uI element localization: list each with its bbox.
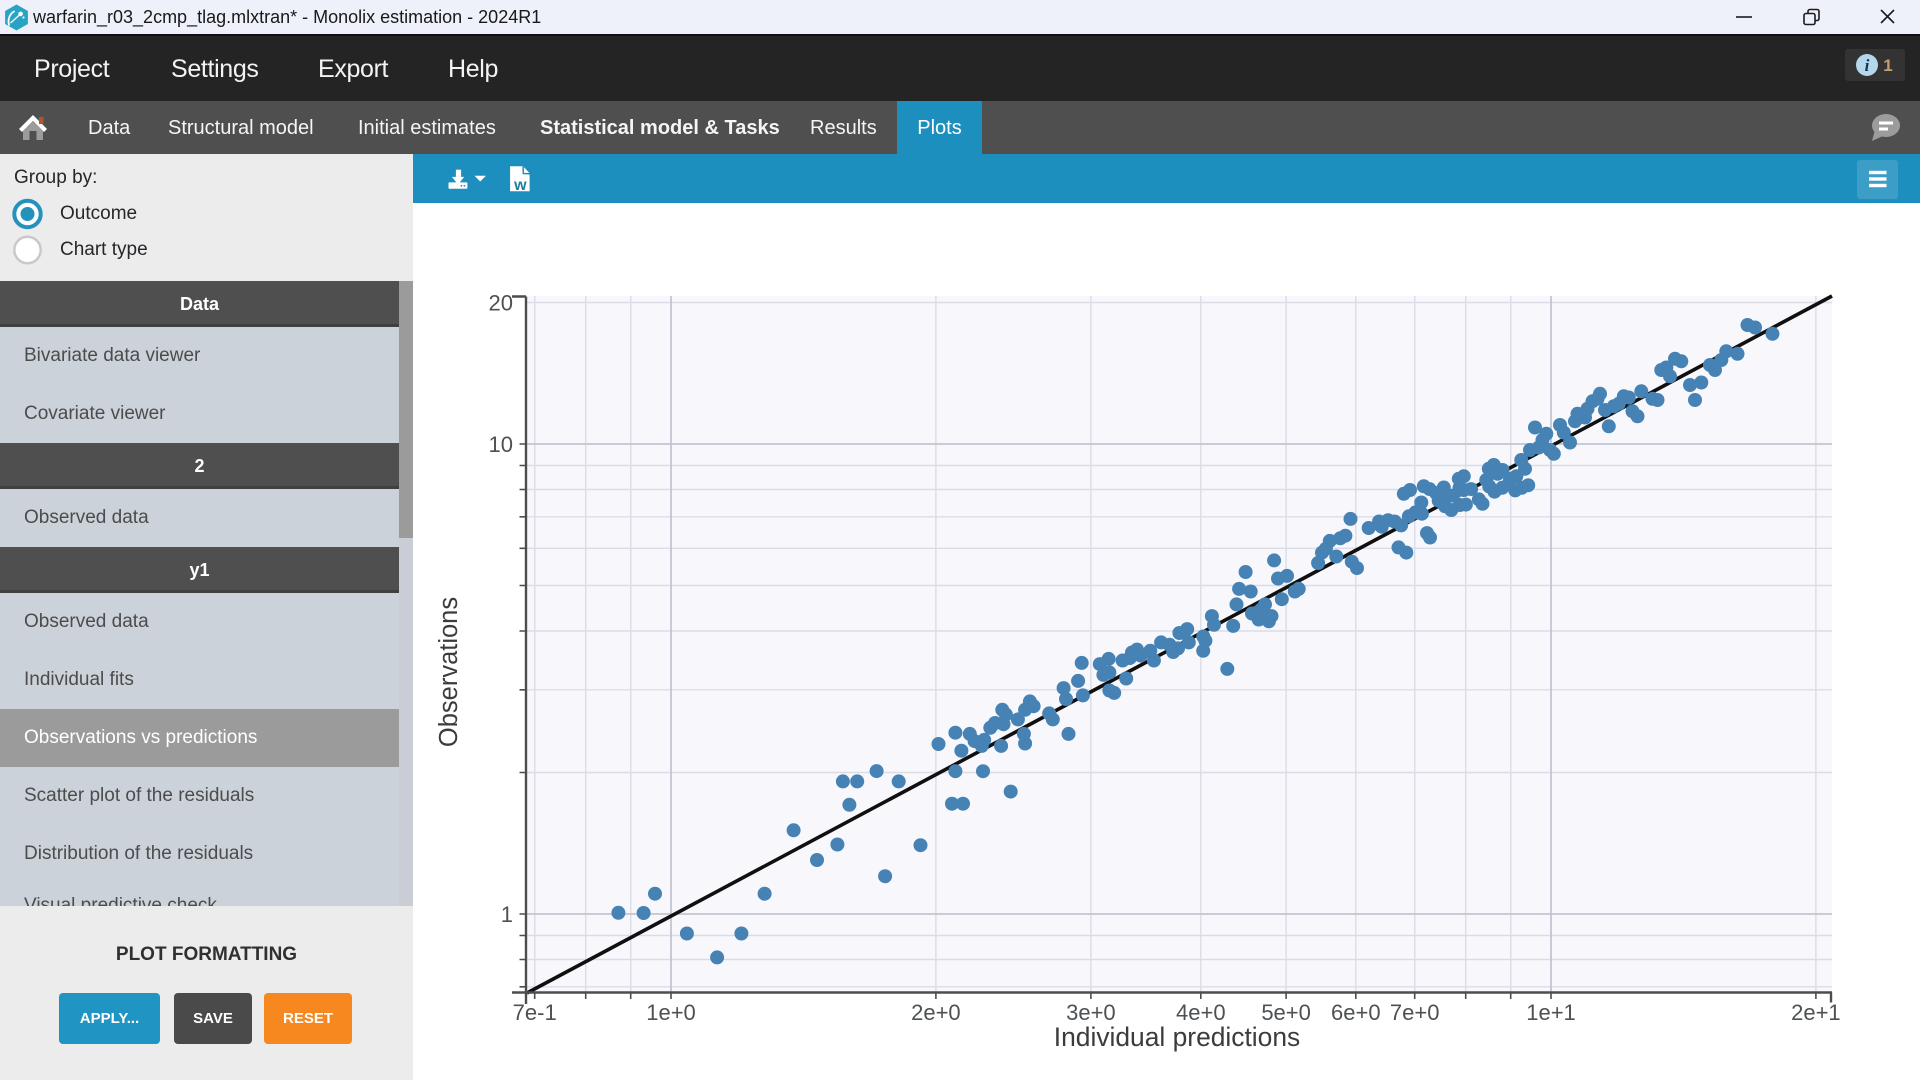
svg-text:10: 10 xyxy=(489,432,513,457)
svg-text:w: w xyxy=(513,177,527,194)
svg-text:Individual predictions: Individual predictions xyxy=(1054,1022,1300,1052)
svg-text:1: 1 xyxy=(501,902,513,927)
svg-text:Observations: Observations xyxy=(435,597,463,747)
svg-text:7e+0: 7e+0 xyxy=(1390,1000,1440,1025)
svg-text:20: 20 xyxy=(489,290,513,315)
svg-text:1e+0: 1e+0 xyxy=(646,1000,696,1025)
svg-text:1: 1 xyxy=(1883,56,1892,75)
svg-text:1e+1: 1e+1 xyxy=(1526,1000,1576,1025)
svg-text:6e+0: 6e+0 xyxy=(1331,1000,1381,1025)
svg-text:7e-1: 7e-1 xyxy=(513,1000,557,1025)
svg-text:2e+0: 2e+0 xyxy=(911,1000,961,1025)
svg-text:2e+1: 2e+1 xyxy=(1791,1000,1841,1025)
svg-text:i: i xyxy=(1865,56,1870,75)
